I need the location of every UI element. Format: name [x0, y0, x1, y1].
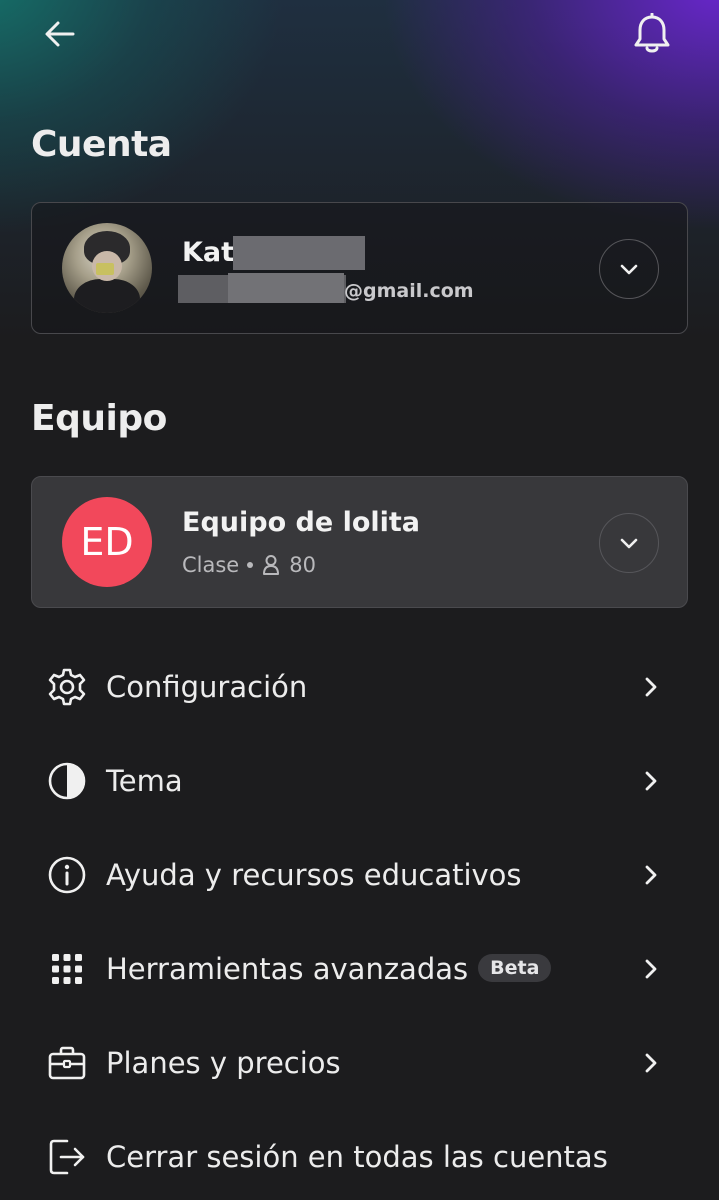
menu-item-label: Tema: [106, 764, 183, 798]
menu-item-configuracion[interactable]: Configuración: [0, 640, 719, 734]
grid-dots-icon: [46, 948, 88, 990]
avatar: [62, 223, 152, 313]
notifications-button[interactable]: [630, 12, 674, 56]
back-button[interactable]: [40, 14, 80, 54]
redaction-block: [228, 273, 344, 303]
menu-item-herramientas[interactable]: Herramientas avanzadas Beta: [0, 922, 719, 1016]
menu-item-label: Herramientas avanzadas: [106, 952, 469, 986]
team-card[interactable]: ED Equipo de lolita Clase 80: [31, 476, 688, 608]
team-expand-button[interactable]: [599, 513, 659, 573]
gear-icon: [46, 666, 88, 708]
menu-item-ayuda[interactable]: Ayuda y recursos educativos: [0, 828, 719, 922]
beta-badge: Beta: [478, 954, 552, 982]
person-icon: [263, 555, 280, 575]
redaction-block: [233, 236, 365, 270]
menu-item-cerrar-sesion[interactable]: Cerrar sesión en todas las cuentas: [0, 1110, 719, 1200]
separator-dot: [247, 562, 254, 568]
team-type: Clase: [182, 553, 240, 577]
team-meta: Clase 80: [182, 553, 316, 577]
chevron-down-icon: [620, 538, 638, 549]
menu-item-tema[interactable]: Tema: [0, 734, 719, 828]
top-bar: [0, 0, 719, 70]
account-email: @gmail.com: [344, 280, 474, 302]
menu-item-label: Ayuda y recursos educativos: [106, 858, 522, 892]
team-section-title: Equipo: [31, 398, 167, 439]
account-card[interactable]: Kat @gmail.com: [31, 202, 688, 334]
half-circle-icon: [46, 760, 88, 802]
member-count: 80: [289, 553, 316, 577]
account-expand-button[interactable]: [599, 239, 659, 299]
menu-item-planes[interactable]: Planes y precios: [0, 1016, 719, 1110]
menu-item-label: Cerrar sesión en todas las cuentas: [106, 1140, 608, 1174]
chevron-down-icon: [620, 264, 638, 275]
account-section-title: Cuenta: [31, 124, 172, 165]
chevron-right-icon: [636, 1048, 666, 1078]
team-avatar: ED: [62, 497, 152, 587]
bell-icon: [634, 13, 670, 53]
info-icon: [46, 854, 88, 896]
chevron-right-icon: [636, 672, 666, 702]
chevron-right-icon: [636, 860, 666, 890]
menu-item-label: Configuración: [106, 670, 308, 704]
account-name: Kat: [182, 237, 235, 268]
arrow-left-icon: [45, 21, 75, 47]
chevron-right-icon: [636, 766, 666, 796]
menu-item-label-wrap: Herramientas avanzadas Beta: [106, 952, 552, 986]
menu-item-label: Planes y precios: [106, 1046, 341, 1080]
chevron-right-icon: [636, 954, 666, 984]
team-name: Equipo de lolita: [182, 507, 421, 538]
briefcase-icon: [46, 1042, 88, 1084]
logout-icon: [46, 1136, 88, 1178]
